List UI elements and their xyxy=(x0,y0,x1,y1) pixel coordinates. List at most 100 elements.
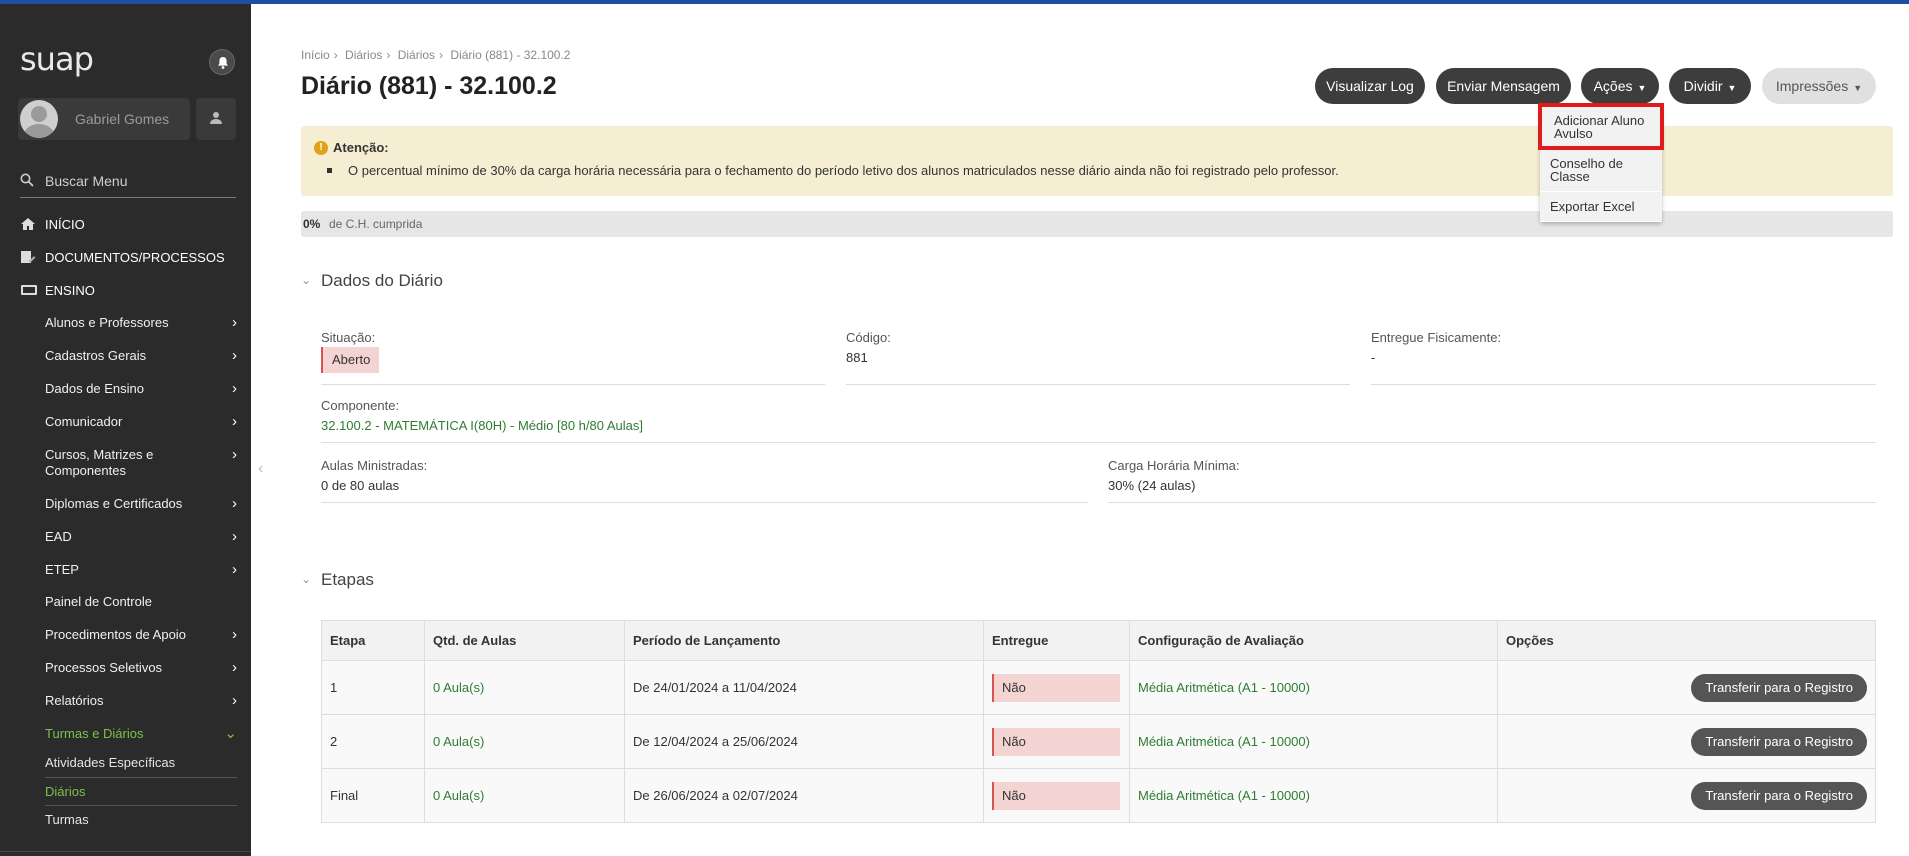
chevron-right-icon: › xyxy=(232,446,237,463)
sidebar-item-label: Alunos e Professores xyxy=(45,315,169,330)
column-header: Configuração de Avaliação xyxy=(1129,620,1498,661)
chevron-right-icon: › xyxy=(232,659,237,676)
section-title: Dados do Diário xyxy=(321,271,443,290)
visualizar-log-button[interactable]: Visualizar Log xyxy=(1315,68,1425,104)
menu-item-conselho-classe[interactable]: Conselho de Classe xyxy=(1540,148,1662,192)
cell-config-link[interactable]: Média Aritmética (A1 - 10000) xyxy=(1129,768,1498,823)
divider xyxy=(45,805,237,806)
sidebar-item-alunos-professores[interactable]: Alunos e Professores › xyxy=(45,315,237,331)
alert-message: O percentual mínimo de 30% da carga horá… xyxy=(348,163,1339,178)
user-profile[interactable]: Gabriel Gomes xyxy=(18,98,190,140)
status-badge: Não xyxy=(992,727,1120,756)
sidebar-item-label: Relatórios xyxy=(45,693,104,708)
table-header-row: Etapa Qtd. de Aulas Período de Lançament… xyxy=(321,620,1876,661)
sidebar-item-cursos-matrizes[interactable]: Cursos, Matrizes e Componentes › xyxy=(45,447,237,479)
sidebar-item-dados-ensino[interactable]: Dados de Ensino › xyxy=(45,381,237,397)
cell-aulas-link[interactable]: 0 Aula(s) xyxy=(424,768,625,823)
acoes-dropdown-button[interactable]: Ações ▼ xyxy=(1581,68,1659,104)
menu-item-adicionar-aluno-avulso[interactable]: Adicionar Aluno Avulso xyxy=(1538,103,1664,150)
chevron-right-icon: › xyxy=(232,347,237,364)
acoes-label: Ações xyxy=(1593,78,1633,94)
field-label: Aulas Ministradas: xyxy=(321,458,428,473)
dividir-dropdown-button[interactable]: Dividir ▼ xyxy=(1669,68,1751,104)
sidebar-item-painel-controle[interactable]: Painel de Controle xyxy=(45,594,237,610)
cell-opcoes: Transferir para o Registro xyxy=(1497,714,1876,769)
breadcrumb-separator: › xyxy=(439,48,444,62)
divider xyxy=(0,851,251,852)
breadcrumb-item[interactable]: Diários xyxy=(345,48,382,62)
sidebar-item-diplomas[interactable]: Diplomas e Certificados › xyxy=(45,496,237,512)
sidebar-item-label: Comunicador xyxy=(45,414,123,429)
field-aulas-ministradas: Aulas Ministradas: 0 de 80 aulas xyxy=(321,458,1088,503)
sidebar-item-procedimentos-apoio[interactable]: Procedimentos de Apoio › xyxy=(45,627,237,643)
sidebar-item-turmas-diarios[interactable]: Turmas e Diários ⌄ xyxy=(45,726,237,742)
progress-percent: 0% xyxy=(303,217,321,231)
cell-etapa: 1 xyxy=(321,660,425,715)
sidebar-subitem-diarios[interactable]: Diários xyxy=(45,784,237,799)
sidebar-item-label: ETEP xyxy=(45,562,79,577)
impressoes-label: Impressões xyxy=(1775,78,1849,94)
column-header: Etapa xyxy=(321,620,425,661)
sidebar-item-label: Diplomas e Certificados xyxy=(45,496,183,511)
chevron-right-icon: › xyxy=(232,561,237,578)
menu-search-input[interactable]: Buscar Menu xyxy=(20,168,236,198)
etapas-table: Etapa Qtd. de Aulas Período de Lançament… xyxy=(321,620,1876,823)
sidebar: suap Gabriel Gomes Buscar Menu INÍCIO DO… xyxy=(0,4,251,856)
cell-config-link[interactable]: Média Aritmética (A1 - 10000) xyxy=(1129,714,1498,769)
chevron-down-icon: ⌄ xyxy=(224,725,237,742)
section-title: Etapas xyxy=(321,570,374,589)
field-entregue-fisicamente: Entregue Fisicamente: - xyxy=(1371,330,1876,385)
sidebar-item-label: Dados de Ensino xyxy=(45,381,145,396)
sidebar-item-processos-seletivos[interactable]: Processos Seletivos › xyxy=(45,660,237,676)
ensino-icon xyxy=(21,285,37,295)
chevron-down-icon: ⌄ xyxy=(301,572,312,586)
breadcrumb-item[interactable]: Diários xyxy=(398,48,435,62)
cell-aulas-link[interactable]: 0 Aula(s) xyxy=(424,714,625,769)
breadcrumb-item[interactable]: Início xyxy=(301,48,330,62)
field-label: Componente: xyxy=(321,398,400,413)
componente-link[interactable]: 32.100.2 - MATEMÁTICA I(80H) - Médio [80… xyxy=(321,418,643,433)
field-label: Código: xyxy=(846,330,891,345)
sidebar-item-label: ENSINO xyxy=(45,283,95,298)
chevron-right-icon: › xyxy=(232,314,237,331)
app-logo[interactable]: suap xyxy=(20,40,94,78)
search-placeholder: Buscar Menu xyxy=(45,173,128,189)
bullet-icon xyxy=(327,168,332,173)
main-content: Início › Diários › Diários › Diário (881) -… xyxy=(251,4,1909,856)
field-value: 881 xyxy=(846,350,868,365)
impressoes-dropdown-button[interactable]: Impressões ▼ xyxy=(1762,68,1876,104)
sidebar-item-label: Cursos, Matrizes e Componentes xyxy=(45,447,154,478)
table-row: 2 0 Aula(s) De 12/04/2024 a 25/06/2024 N… xyxy=(321,714,1876,769)
field-componente: Componente: 32.100.2 - MATEMÁTICA I(80H)… xyxy=(321,398,1876,443)
cell-opcoes: Transferir para o Registro xyxy=(1497,660,1876,715)
breadcrumb: Início › Diários › Diários › Diário (881) -… xyxy=(301,48,574,62)
chevron-down-icon: ▼ xyxy=(1637,83,1647,93)
field-label: Entregue Fisicamente: xyxy=(1371,330,1502,345)
cell-entregue: Não xyxy=(983,768,1130,823)
transferir-registro-button[interactable]: Transferir para o Registro xyxy=(1691,782,1867,810)
sidebar-subitem-turmas[interactable]: Turmas xyxy=(45,812,237,827)
transferir-registro-button[interactable]: Transferir para o Registro xyxy=(1691,728,1867,756)
cell-periodo: De 12/04/2024 a 25/06/2024 xyxy=(624,714,984,769)
sidebar-item-label: Painel de Controle xyxy=(45,594,152,609)
menu-item-exportar-excel[interactable]: Exportar Excel xyxy=(1540,192,1662,222)
enviar-mensagem-button[interactable]: Enviar Mensagem xyxy=(1436,68,1571,104)
sidebar-item-ead[interactable]: EAD › xyxy=(45,529,237,545)
sidebar-item-relatorios[interactable]: Relatórios › xyxy=(45,693,237,709)
field-value: 0 de 80 aulas xyxy=(321,478,400,493)
user-menu-button[interactable] xyxy=(196,98,236,140)
status-badge: Não xyxy=(992,673,1120,702)
sidebar-item-label: Processos Seletivos xyxy=(45,660,163,675)
sidebar-item-etep[interactable]: ETEP › xyxy=(45,562,237,578)
cell-aulas-link[interactable]: 0 Aula(s) xyxy=(424,660,625,715)
sidebar-subitem-atividades[interactable]: Atividades Específicas xyxy=(45,755,237,770)
sidebar-item-cadastros-gerais[interactable]: Cadastros Gerais › xyxy=(45,348,237,364)
page-title: Diário (881) - 32.100.2 xyxy=(301,72,557,100)
field-value: - xyxy=(1371,350,1376,365)
transferir-registro-button[interactable]: Transferir para o Registro xyxy=(1691,674,1867,702)
notifications-button[interactable] xyxy=(209,49,235,75)
sidebar-item-comunicador[interactable]: Comunicador › xyxy=(45,414,237,430)
chevron-down-icon: ▼ xyxy=(1853,83,1863,93)
chevron-right-icon: › xyxy=(232,626,237,643)
cell-config-link[interactable]: Média Aritmética (A1 - 10000) xyxy=(1129,660,1498,715)
